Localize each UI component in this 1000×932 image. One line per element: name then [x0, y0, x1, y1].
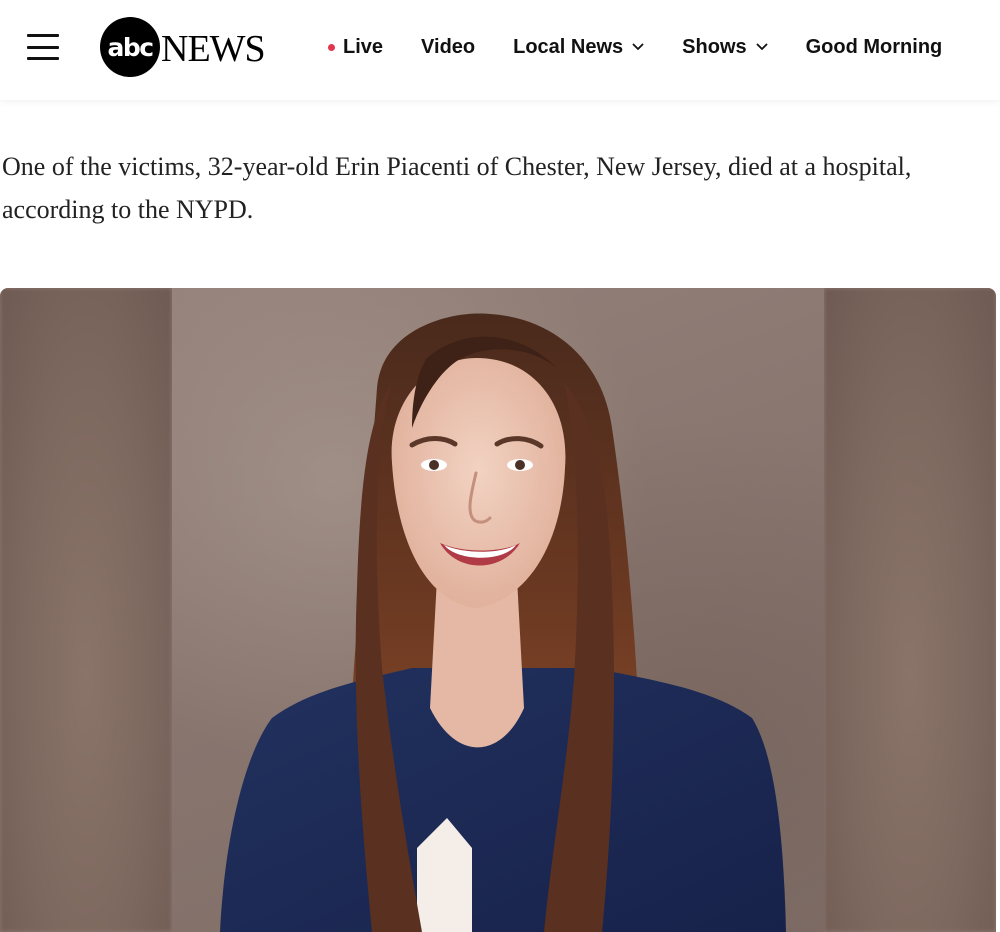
hamburger-menu-icon[interactable] [27, 34, 59, 60]
abc-logo-mark: abc [100, 17, 160, 77]
nav-item-shows[interactable]: Shows [682, 32, 768, 62]
nav-item-local-news[interactable]: Local News [513, 32, 644, 62]
nav-item-good-morning-america[interactable]: Good Morning [806, 32, 943, 62]
top-nav-bar: abc NEWS Live Video Local News Shows Goo… [0, 0, 1000, 100]
nav-item-label: Live [343, 35, 384, 58]
nav-item-video[interactable]: Video [421, 32, 475, 62]
live-dot-icon [328, 43, 335, 51]
nav-item-label: Shows [682, 35, 747, 58]
chevron-down-icon [756, 43, 768, 50]
abc-news-logo[interactable]: abc NEWS [100, 17, 266, 77]
nav-item-label: Local News [513, 35, 624, 58]
portrait-illustration [220, 313, 786, 932]
nav-item-label: Good Morning [805, 35, 943, 58]
nav-item-live[interactable]: Live [328, 32, 383, 62]
portrait-photo [172, 288, 824, 932]
article-paragraph: One of the victims, 32-year-old Erin Pia… [2, 152, 912, 224]
primary-nav: Live Video Local News Shows Good Morning [328, 32, 980, 62]
nav-item-label: Video [421, 35, 476, 58]
photo-blurred-backdrop-right [824, 288, 996, 932]
article-photo [0, 288, 996, 932]
chevron-down-icon [632, 43, 644, 50]
photo-blurred-backdrop-left [0, 288, 172, 932]
news-wordmark: NEWS [161, 27, 266, 70]
